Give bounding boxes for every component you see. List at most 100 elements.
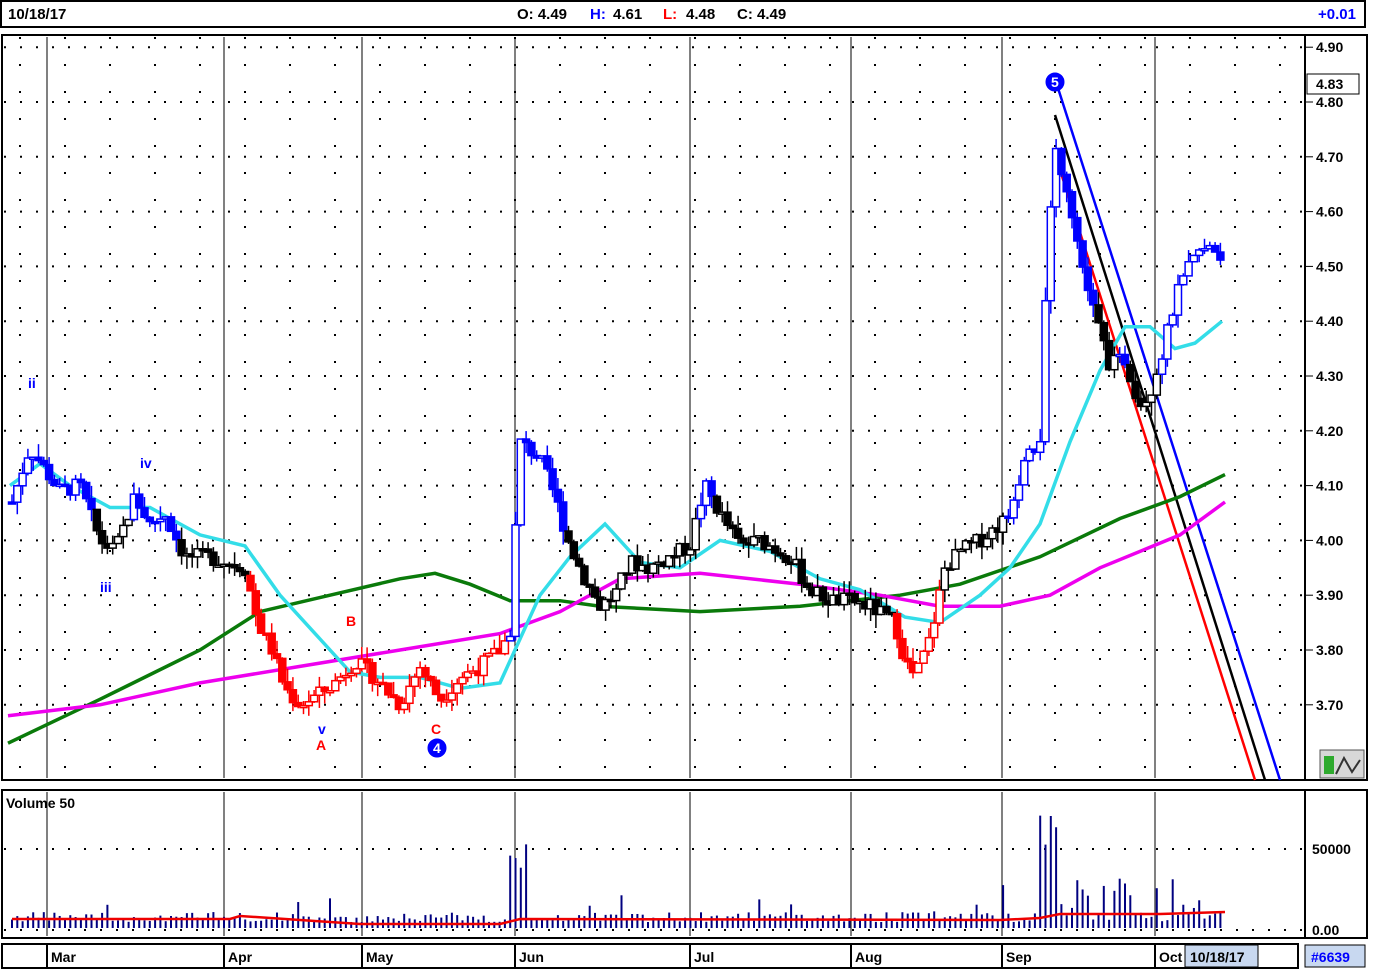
candle-body [1168, 314, 1177, 326]
candle-body [256, 613, 266, 634]
header-date: 10/18/17 [8, 6, 67, 23]
candle-body [421, 666, 430, 678]
candle-body [1210, 244, 1220, 253]
candle-body [1131, 380, 1140, 400]
candle-body [1041, 299, 1050, 443]
candle-body [23, 457, 33, 475]
header-bar: 10/18/17 O: 4.49 H: 4.61 L: 4.48 C: 4.49… [0, 0, 1366, 28]
candle-body [770, 545, 780, 554]
candle-body [723, 511, 732, 526]
candle-body [1184, 261, 1193, 277]
candle-body [611, 588, 621, 602]
price-tick-label: 4.10 [1316, 478, 1343, 494]
candle-body [1062, 173, 1071, 193]
candle-body [590, 586, 600, 598]
candle-body [172, 530, 181, 541]
candles [7, 138, 1225, 716]
candle-body [431, 679, 441, 696]
candle-body [410, 676, 420, 688]
header-change: +0.01 [1318, 6, 1356, 23]
candle-body [97, 529, 107, 545]
price-tick-label: 3.70 [1316, 697, 1343, 713]
candle-body [1046, 206, 1056, 302]
wave-label: v [318, 721, 326, 737]
candle-body [686, 548, 695, 556]
month-label: Sep [1006, 949, 1032, 965]
candle-body [13, 485, 22, 503]
candle-body [447, 692, 457, 701]
price-panel [1, 34, 1368, 781]
candle-body [405, 685, 414, 705]
candle-body [309, 694, 319, 703]
candle-body [1057, 147, 1066, 176]
wave-label: iii [100, 579, 112, 595]
candle-body [1009, 499, 1018, 519]
price-tick-label: 4.90 [1316, 39, 1343, 55]
candle-body [246, 574, 255, 592]
header-open: O: 4.49 [517, 6, 568, 23]
candle-body [892, 613, 902, 640]
price-axis-ticks: 4.90 4.80 4.70 4.60 4.50 4.40 4.30 4.20 4.10 4.00… [1305, 39, 1343, 713]
volume-bars [11, 815, 1226, 928]
month-label: Jun [519, 949, 544, 965]
candle-body [251, 590, 261, 615]
wave-label: ii [28, 375, 36, 391]
date-axis-bar [1, 943, 1299, 969]
candle-body [569, 541, 579, 560]
wave-label: 5 [1051, 74, 1059, 90]
month-label: Apr [228, 949, 253, 965]
price-tick-label: 4.30 [1316, 368, 1343, 384]
candle-body [209, 551, 218, 567]
candle-body [1179, 275, 1188, 286]
candle-body [44, 463, 54, 481]
candle-body [929, 622, 939, 639]
candle-body [140, 507, 149, 519]
panel-icon[interactable] [1319, 749, 1365, 779]
candle-body [712, 495, 722, 514]
candle-body [1088, 289, 1098, 306]
ma-cyan-line [8, 319, 1224, 691]
chart-canvas: 500000.00 4.904.804.704.604.504.404.304.… [1, 34, 1368, 969]
candle-body [1014, 484, 1024, 501]
candle-body [124, 518, 133, 527]
volume-panel [1, 789, 1368, 939]
candle-body [1216, 251, 1225, 261]
trendlines [1051, 84, 1282, 781]
candle-body [649, 563, 658, 575]
candle-body [574, 557, 584, 567]
month-label: Jul [694, 949, 714, 965]
candle-body [1078, 240, 1087, 268]
header-high-label: H: [590, 6, 606, 23]
wave-label: iv [140, 455, 152, 471]
volume-tick-label: 50000 [1312, 841, 1351, 857]
volume-grid: 50000 0.00 [4, 841, 1351, 938]
candle-body [548, 468, 557, 491]
candle-body [1147, 394, 1156, 404]
candle-body [940, 567, 950, 591]
current-price-tag: 4.83 [1316, 76, 1343, 92]
candle-body [1067, 190, 1077, 219]
candle-body [1020, 459, 1029, 486]
candle-body [500, 640, 510, 655]
header-low-value: 4.48 [686, 6, 716, 23]
candle-body [81, 481, 91, 500]
volume-panel-title: Volume 50 [6, 795, 75, 811]
candle-body [331, 679, 340, 692]
candle-body [935, 589, 944, 624]
price-tick-label: 4.80 [1316, 94, 1343, 110]
price-tick-label: 4.00 [1316, 532, 1343, 548]
candle-body [511, 524, 520, 638]
footer-id: #6639 [1311, 949, 1350, 965]
wave-label: B [346, 613, 356, 629]
candle-body [166, 516, 176, 533]
candle-body [919, 650, 928, 664]
candle-body [87, 497, 96, 511]
candle-body [797, 558, 806, 585]
candle-body [982, 537, 992, 548]
candle-body [288, 689, 298, 704]
price-tick-label: 3.90 [1316, 587, 1343, 603]
grid [4, 37, 1303, 936]
candle-body [267, 632, 276, 655]
month-label: May [366, 949, 393, 965]
price-tick-label: 4.20 [1316, 423, 1343, 439]
